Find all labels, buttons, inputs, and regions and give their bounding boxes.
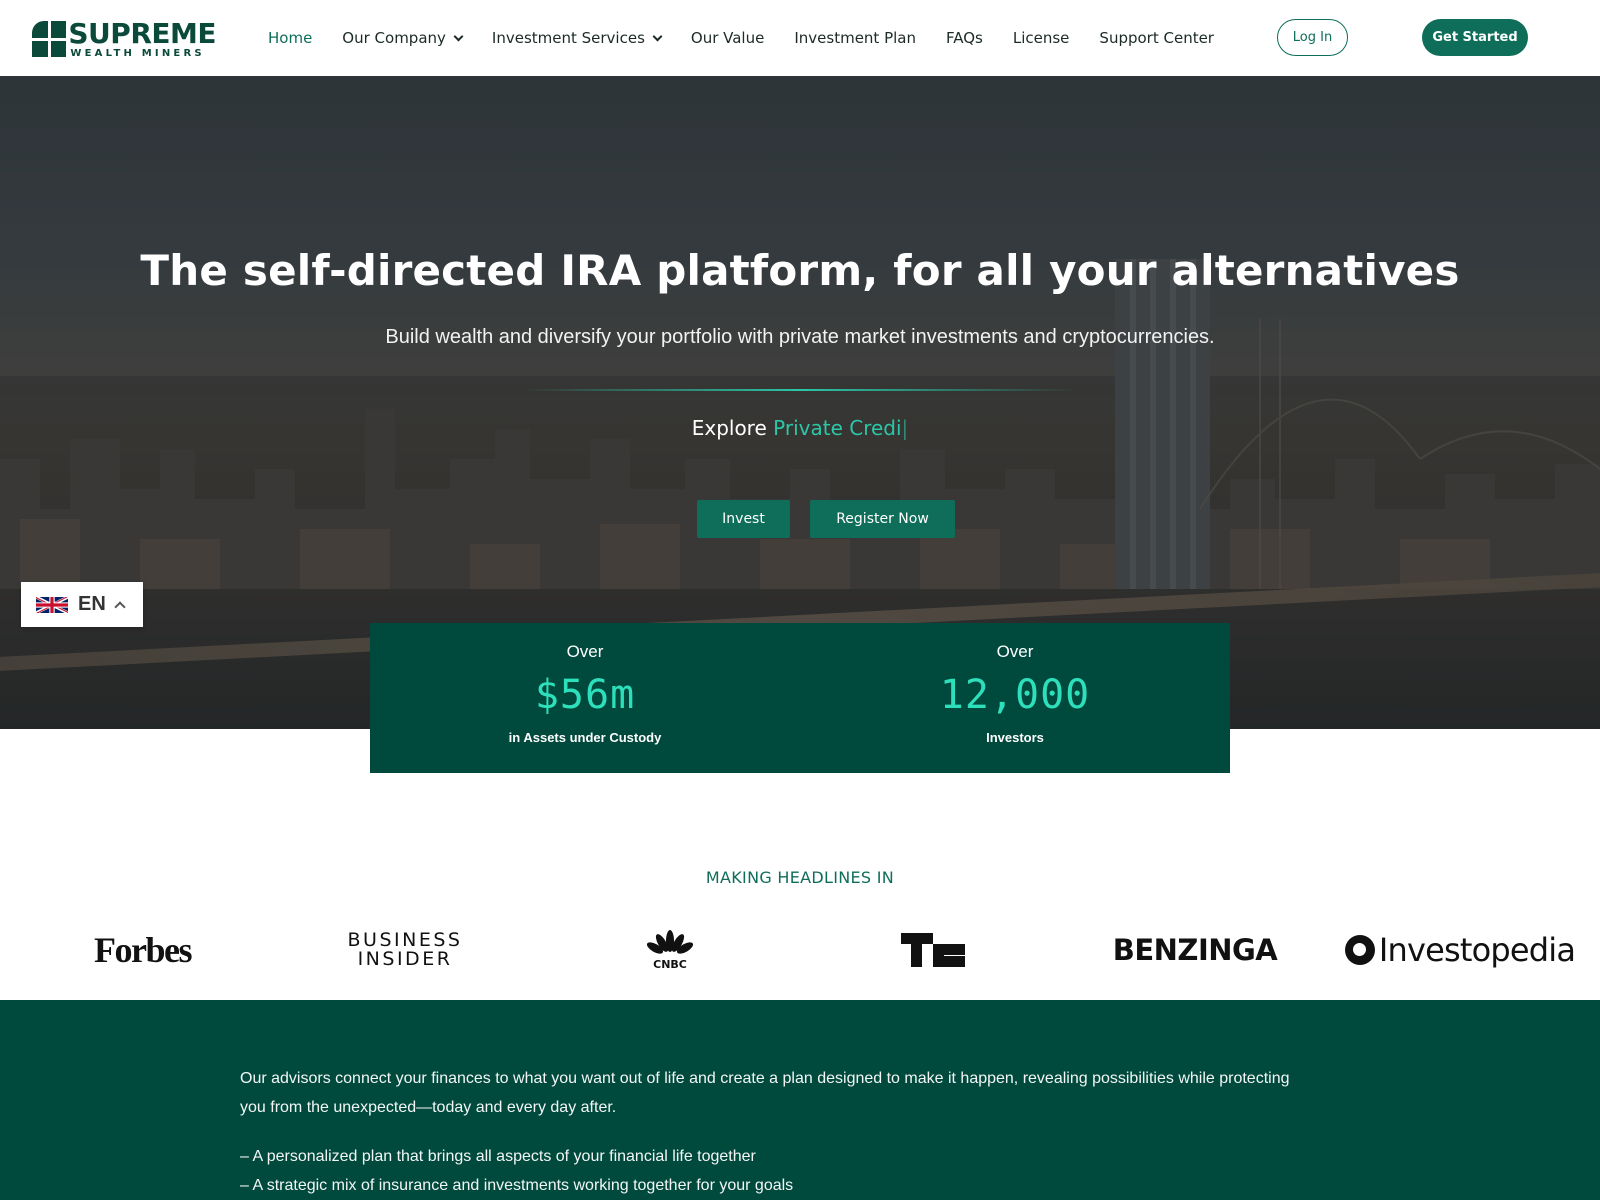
language-code: EN (78, 593, 106, 615)
nav-item-investment-plan[interactable]: Investment Plan (794, 29, 916, 47)
nav-item-license[interactable]: License (1013, 29, 1070, 47)
nav-item-our-value[interactable]: Our Value (691, 29, 764, 47)
typing-caret: | (901, 416, 909, 440)
logo-mark-icon (32, 21, 67, 57)
uk-flag-icon (36, 595, 68, 614)
stat-value: $56m (534, 672, 636, 718)
investopedia-logo: Investopedia (1344, 925, 1576, 975)
login-button[interactable]: Log In (1277, 19, 1348, 56)
about-paragraph: Our advisors connect your finances to wh… (240, 1070, 1290, 1116)
site-header: SUPREME WEALTH MINERS Home Our Company I… (0, 0, 1600, 76)
stat-investors: Over 12,000 Investors (800, 623, 1230, 773)
techcrunch-mark-icon (900, 933, 965, 967)
language-switcher[interactable]: EN (21, 582, 143, 627)
nav-item-support-center[interactable]: Support Center (1099, 29, 1214, 47)
brand-tagline: WEALTH MINERS (70, 47, 205, 59)
list-item: – A personalized plan that brings all as… (240, 1148, 756, 1165)
about-list: – A personalized plan that brings all as… (240, 1142, 793, 1200)
invest-button[interactable]: Invest (697, 500, 790, 538)
techcrunch-logo (895, 925, 970, 975)
chevron-up-icon (114, 601, 126, 613)
stat-caption: Investors (986, 730, 1044, 745)
hero-title: The self-directed IRA platform, for all … (140, 246, 1460, 295)
nav-item-our-company[interactable]: Our Company (342, 29, 464, 47)
nav-item-faqs[interactable]: FAQs (946, 29, 983, 47)
stat-caption: in Assets under Custody (508, 730, 662, 745)
chevron-down-icon (652, 31, 663, 41)
stats-panel: Over $56m in Assets under Custody Over 1… (370, 623, 1230, 773)
get-started-button[interactable]: Get Started (1422, 19, 1528, 56)
register-now-button[interactable]: Register Now (810, 500, 955, 538)
nav-item-home[interactable]: Home (268, 29, 312, 47)
stat-assets: Over $56m in Assets under Custody (370, 623, 800, 773)
investopedia-mark-icon (1344, 935, 1375, 965)
hero-subtitle: Build wealth and diversify your portfoli… (385, 326, 1215, 348)
brand-name: SUPREME (68, 16, 216, 50)
cnbc-logo: CNBC (630, 925, 710, 975)
explore-typed-text: Explore Private Credi| (691, 416, 909, 440)
hero-divider (525, 389, 1075, 391)
main-nav: Home Our Company Investment Services Our… (268, 26, 1244, 50)
headlines-title: MAKING HEADLINES IN (705, 868, 895, 887)
chevron-down-icon (453, 31, 464, 41)
benzinga-logo: BENZINGA (1112, 933, 1278, 967)
list-item: – A strategic mix of insurance and inves… (240, 1177, 794, 1194)
stat-value: 12,000 (939, 672, 1091, 718)
peacock-icon (646, 930, 694, 954)
forbes-logo: Forbes (94, 930, 192, 970)
about-section: Our advisors connect your finances to wh… (0, 1000, 1600, 1200)
business-insider-logo: BUSINESS INSIDER (347, 929, 463, 970)
brand-logo[interactable]: SUPREME WEALTH MINERS (32, 16, 216, 59)
nav-item-investment-services[interactable]: Investment Services (492, 29, 663, 47)
